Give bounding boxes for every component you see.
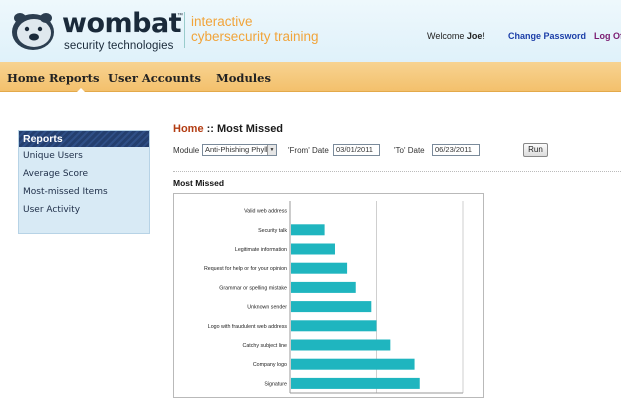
category-label: Legitimate information [235, 247, 287, 253]
bar [291, 301, 372, 313]
run-button[interactable]: Run [523, 143, 548, 157]
module-label: Module [173, 146, 200, 155]
bar [291, 243, 335, 255]
breadcrumb: Home :: Most Missed [173, 123, 283, 135]
nav-item-home[interactable]: Home [7, 71, 45, 85]
nav-item-modules[interactable]: Modules [216, 71, 271, 85]
bar [291, 224, 325, 236]
from-date-field[interactable]: 03/01/2011 [333, 144, 380, 156]
category-label: Catchy subject line [243, 343, 288, 349]
to-date-field[interactable]: 06/23/2011 [432, 144, 480, 156]
welcome-message: Welcome Joe! [427, 31, 485, 41]
change-password-link[interactable]: Change Password [508, 31, 586, 41]
section-divider [173, 171, 621, 172]
category-label: Security talk [258, 228, 287, 234]
tagline-line-2: cybersecurity training [191, 29, 319, 44]
sidebar-item-unique-users[interactable]: Unique Users [19, 147, 149, 165]
most-missed-chart: 050100Valid web addressSecurity talkLegi… [173, 193, 484, 398]
category-label: Valid web address [244, 209, 287, 215]
to-date-label: 'To' Date [394, 146, 425, 155]
breadcrumb-current: Most Missed [217, 123, 284, 135]
from-date-label: 'From' Date [288, 146, 329, 155]
module-select-value: Anti-Phishing Phyllis [205, 145, 273, 154]
bar-chart: 050100Valid web addressSecurity talkLegi… [204, 201, 464, 394]
sidebar-item-user-activity[interactable]: User Activity [19, 201, 149, 219]
bar [291, 320, 377, 332]
welcome-prefix: Welcome [427, 31, 467, 41]
bar [291, 377, 420, 389]
category-label: Grammar or spelling mistake [219, 285, 287, 291]
wombat-mascot-icon [12, 13, 54, 50]
bar [291, 262, 348, 274]
sidebar-item-most-missed-items[interactable]: Most-missed Items [19, 183, 149, 201]
content-panel: Reports Unique Users Average Score Most-… [0, 92, 621, 403]
breadcrumb-separator: :: [203, 123, 218, 135]
section-title: Most Missed [173, 178, 225, 188]
wombat-logo[interactable]: wombat ™ security technologies [10, 7, 190, 57]
brand-name: wombat [62, 8, 182, 39]
nav-item-user-accounts[interactable]: User Accounts [108, 71, 201, 85]
category-label: Signature [264, 381, 287, 387]
tagline-line-1: interactive [191, 14, 253, 29]
brand-tagline: interactive cybersecurity training [191, 14, 319, 44]
category-label: Unknown sender [247, 305, 287, 311]
bar [291, 358, 415, 370]
sidebar-item-average-score[interactable]: Average Score [19, 165, 149, 183]
brand-subtitle: security technologies [64, 40, 174, 52]
chevron-down-icon[interactable]: ▼ [267, 145, 276, 155]
bar [291, 281, 356, 293]
reports-sidebar: Reports Unique Users Average Score Most-… [18, 130, 150, 234]
header-divider [184, 12, 185, 48]
category-label: Logo with fraudulent web address [208, 324, 288, 330]
nav-item-reports[interactable]: Reports [49, 71, 99, 85]
category-label: Request for help or for your opinion [204, 266, 287, 272]
sidebar-title: Reports [19, 131, 149, 147]
breadcrumb-home-link[interactable]: Home [173, 123, 204, 135]
main-nav: Home Reports User Accounts Modules [0, 62, 621, 92]
app-header: wombat ™ security technologies interacti… [0, 0, 621, 62]
log-off-link[interactable]: Log Of [594, 31, 621, 41]
bar [291, 339, 391, 351]
trademark-mark: ™ [177, 13, 183, 19]
user-name: Joe [466, 31, 483, 41]
welcome-suffix: ! [482, 31, 485, 41]
module-select[interactable]: Anti-Phishing Phyllis ▼ [202, 144, 277, 156]
category-label: Company logo [253, 362, 287, 368]
